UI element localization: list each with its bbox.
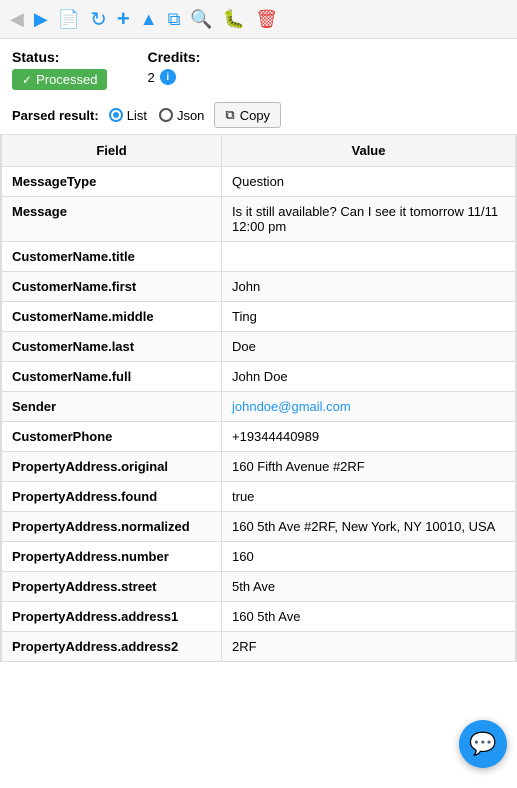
chat-icon: 💬 [469,731,496,757]
credits-value: 2 i [147,69,200,85]
bug-icon[interactable]: 🐛 [223,9,245,30]
table-row: CustomerPhone+19344440989 [2,422,516,452]
table-row: MessageTypeQuestion [2,167,516,197]
table-cell-value: Is it still available? Can I see it tomo… [222,197,516,242]
col-field-header: Field [2,135,222,167]
toolbar: ◀ ▶ 📄 ↻ + ▲ ⧉ 🔍 🐛 🗑 [0,0,517,39]
table-cell-value: 5th Ave [222,572,516,602]
table-cell-value: Ting [222,302,516,332]
credits-label: Credits: [147,49,200,65]
table-cell-value: Question [222,167,516,197]
upload-icon[interactable]: ▲ [140,9,158,30]
table-cell-value [222,242,516,272]
parsed-result-row: Parsed result: List Json ⧉ Copy [0,96,517,134]
radio-list-label: List [127,108,147,123]
table-cell-value: 2RF [222,632,516,662]
radio-json-label: Json [177,108,204,123]
table-cell-field: PropertyAddress.address2 [2,632,222,662]
radio-group: List Json [109,108,205,123]
table-row: MessageIs it still available? Can I see … [2,197,516,242]
email-link[interactable]: johndoe@gmail.com [232,399,351,414]
table-row: PropertyAddress.foundtrue [2,482,516,512]
copy-button[interactable]: ⧉ Copy [214,102,281,128]
table-cell-value[interactable]: johndoe@gmail.com [222,392,516,422]
refresh-icon[interactable]: ↻ [90,7,107,32]
col-value-header: Value [222,135,516,167]
table-cell-value: true [222,482,516,512]
table-row: PropertyAddress.street5th Ave [2,572,516,602]
document-icon[interactable]: 📄 [58,9,80,30]
checkmark-icon: ✓ [22,73,32,87]
table-cell-field: CustomerPhone [2,422,222,452]
table-row: CustomerName.title [2,242,516,272]
table-cell-field: PropertyAddress.address1 [2,602,222,632]
back-icon[interactable]: ◀ [10,9,24,30]
table-cell-value: 160 Fifth Avenue #2RF [222,452,516,482]
table-row: CustomerName.firstJohn [2,272,516,302]
table-row: CustomerName.lastDoe [2,332,516,362]
status-badge-text: Processed [36,72,97,87]
table-cell-field: CustomerName.last [2,332,222,362]
table-cell-value: +19344440989 [222,422,516,452]
table-cell-field: Message [2,197,222,242]
table-row: PropertyAddress.original160 Fifth Avenue… [2,452,516,482]
table-row: PropertyAddress.number160 [2,542,516,572]
table-cell-field: CustomerName.title [2,242,222,272]
status-label: Status: [12,49,107,65]
table-wrapper: Field Value MessageTypeQuestionMessageIs… [0,134,517,662]
radio-json-circle[interactable] [159,108,173,122]
data-table: Field Value MessageTypeQuestionMessageIs… [1,134,516,662]
table-cell-value: 160 [222,542,516,572]
table-cell-field: CustomerName.full [2,362,222,392]
table-row: Sender johndoe@gmail.com [2,392,516,422]
table-row: PropertyAddress.address1160 5th Ave [2,602,516,632]
table-cell-value: 160 5th Ave #2RF, New York, NY 10010, US… [222,512,516,542]
search-icon[interactable]: 🔍 [190,9,212,30]
forward-icon[interactable]: ▶ [34,9,48,30]
info-icon[interactable]: i [160,69,176,85]
radio-json-option[interactable]: Json [159,108,204,123]
copy2-icon[interactable]: ⧉ [168,9,181,30]
delete-icon[interactable]: 🗑 [255,9,278,30]
radio-list-circle[interactable] [109,108,123,122]
copy-label: Copy [240,108,270,123]
status-section: Status: ✓ Processed [12,49,107,90]
table-cell-value: John [222,272,516,302]
table-row: CustomerName.middleTing [2,302,516,332]
credits-section: Credits: 2 i [147,49,200,85]
table-cell-field: PropertyAddress.normalized [2,512,222,542]
table-cell-field: PropertyAddress.original [2,452,222,482]
table-cell-field: PropertyAddress.found [2,482,222,512]
table-row: PropertyAddress.address22RF [2,632,516,662]
table-row: CustomerName.fullJohn Doe [2,362,516,392]
chat-fab-button[interactable]: 💬 [459,720,507,768]
radio-list-option[interactable]: List [109,108,147,123]
table-cell-field: CustomerName.middle [2,302,222,332]
credits-number: 2 [147,70,154,85]
table-cell-field: Sender [2,392,222,422]
table-cell-field: PropertyAddress.number [2,542,222,572]
add-icon[interactable]: + [117,6,130,32]
table-cell-field: MessageType [2,167,222,197]
table-cell-field: PropertyAddress.street [2,572,222,602]
status-badge: ✓ Processed [12,69,107,90]
table-row: PropertyAddress.normalized160 5th Ave #2… [2,512,516,542]
copy-icon: ⧉ [225,107,234,123]
table-cell-value: Doe [222,332,516,362]
table-cell-field: CustomerName.first [2,272,222,302]
status-credits-row: Status: ✓ Processed Credits: 2 i [0,39,517,96]
table-cell-value: John Doe [222,362,516,392]
table-cell-value: 160 5th Ave [222,602,516,632]
parsed-result-label: Parsed result: [12,108,99,123]
